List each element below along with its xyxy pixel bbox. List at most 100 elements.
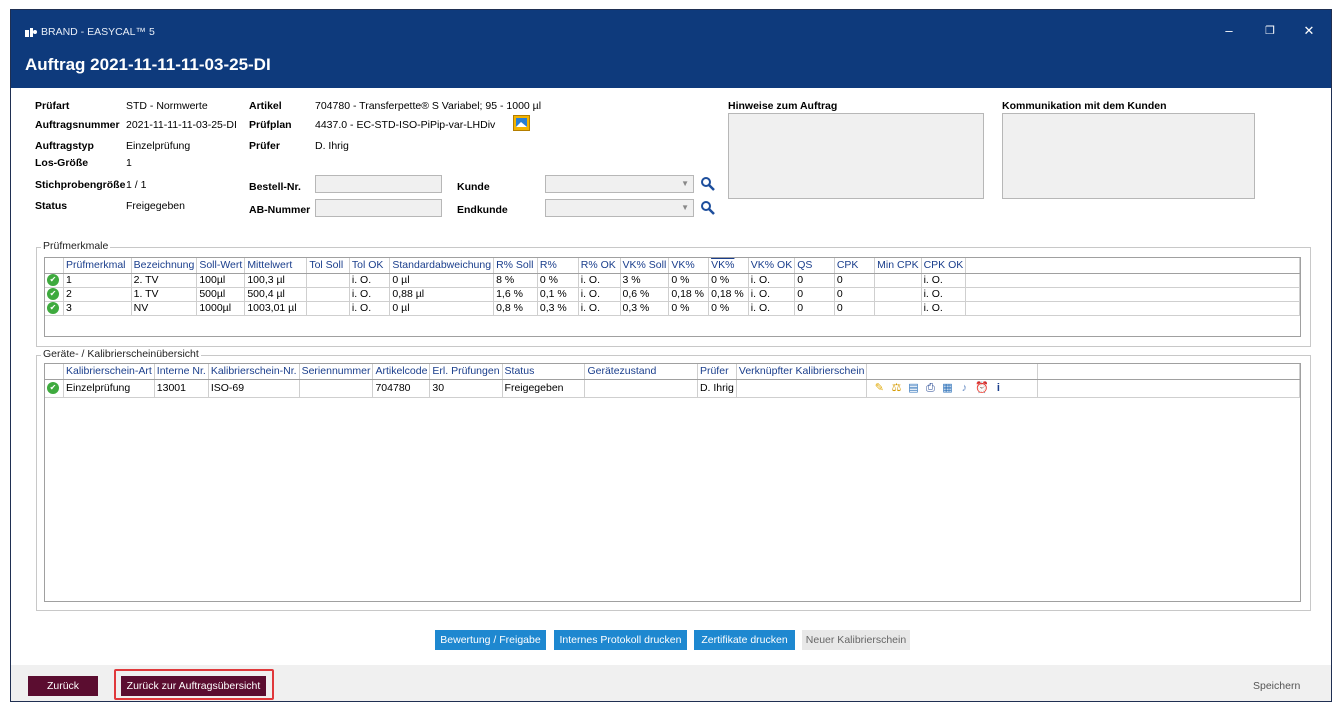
scale-icon[interactable]: ⚖ bbox=[890, 382, 902, 394]
table-row[interactable]: ✔ 1 2. TV 100µl 100,3 µl i. O. 0 µl 8 % … bbox=[45, 273, 1300, 288]
column-header[interactable]: R% Soll bbox=[493, 258, 538, 274]
column-header[interactable]: Artikelcode bbox=[372, 364, 431, 380]
artikel-value: 704780 - Transferpette® S Variabel; 95 -… bbox=[315, 100, 542, 112]
geraete-title: Geräte- / Kalibrierscheinübersicht bbox=[41, 348, 201, 360]
print-icon[interactable]: ⎙ bbox=[924, 382, 936, 394]
check-icon: ✔ bbox=[47, 288, 59, 300]
auftragsnummer-value: 2021-11-11-11-03-25-DI bbox=[126, 119, 237, 131]
minimize-button[interactable]: – bbox=[1214, 22, 1244, 40]
column-header-status bbox=[45, 364, 64, 380]
chevron-down-icon: ▼ bbox=[681, 203, 689, 212]
row-actions: ✎ ⚖ ▤ ⎙ ▦ ♪ ⏰ i bbox=[866, 379, 1039, 398]
back-to-overview-button[interactable]: Zurück zur Auftragsübersicht bbox=[121, 676, 266, 696]
title-bar: BRAND - EASYCAL™ 5 – ❐ ✕ Auftrag 2021-11… bbox=[11, 10, 1331, 88]
pruefer-value: D. Ihrig bbox=[315, 140, 349, 152]
edit-pencil-icon[interactable]: ✎ bbox=[873, 382, 885, 394]
column-header-filler bbox=[965, 258, 1300, 274]
alarm-clock-icon[interactable]: ⏰ bbox=[975, 382, 989, 394]
kunde-select[interactable]: ▼ bbox=[545, 175, 694, 193]
column-header[interactable]: Tol OK bbox=[349, 258, 391, 274]
column-header[interactable]: Bezeichnung bbox=[131, 258, 198, 274]
bestell-label: Bestell-Nr. bbox=[249, 181, 301, 193]
document-icon[interactable]: ▤ bbox=[907, 382, 919, 394]
app-window: BRAND - EASYCAL™ 5 – ❐ ✕ Auftrag 2021-11… bbox=[10, 9, 1332, 702]
internes-protokoll-button[interactable]: Internes Protokoll drucken bbox=[554, 630, 687, 650]
column-header[interactable]: Verknüpfter Kalibrierschein bbox=[736, 364, 868, 380]
column-header[interactable]: Interne Nr. bbox=[154, 364, 209, 380]
geraete-grid[interactable]: Kalibrierschein-Art Interne Nr. Kalibrie… bbox=[44, 363, 1301, 602]
info-icon[interactable]: i bbox=[992, 382, 1004, 394]
column-header[interactable]: Mittelwert bbox=[244, 258, 308, 274]
column-header[interactable]: VK% Soll bbox=[620, 258, 670, 274]
table-row[interactable]: ✔ 3 NV 1000µl 1003,01 µl i. O. 0 µl 0,8 … bbox=[45, 301, 1300, 316]
chevron-down-icon: ▼ bbox=[681, 179, 689, 188]
report-icon[interactable]: ▦ bbox=[941, 382, 953, 394]
close-button[interactable]: ✕ bbox=[1294, 22, 1324, 40]
check-icon: ✔ bbox=[47, 274, 59, 286]
column-header[interactable]: R% bbox=[537, 258, 579, 274]
geraete-header-row: Kalibrierschein-Art Interne Nr. Kalibrie… bbox=[45, 364, 1300, 380]
column-header-status bbox=[45, 258, 64, 274]
column-header[interactable]: CPK OK bbox=[921, 258, 967, 274]
column-header[interactable]: Prüfmerkmal bbox=[63, 258, 132, 274]
column-header[interactable]: Prüfer bbox=[697, 364, 737, 380]
column-header[interactable]: VK% bbox=[708, 258, 749, 274]
ab-label: AB-Nummer bbox=[249, 204, 311, 216]
auftragsnummer-label: Auftragsnummer bbox=[35, 119, 120, 131]
endkunde-select[interactable]: ▼ bbox=[545, 199, 694, 217]
auftragstyp-value: Einzelprüfung bbox=[126, 140, 191, 152]
back-button[interactable]: Zurück bbox=[28, 676, 98, 696]
column-header[interactable]: Standardabweichung bbox=[389, 258, 495, 274]
column-header[interactable]: R% OK bbox=[578, 258, 621, 274]
column-header[interactable]: Status bbox=[502, 364, 586, 380]
zertifikate-drucken-button[interactable]: Zertifikate drucken bbox=[694, 630, 795, 650]
ab-input[interactable] bbox=[315, 199, 442, 217]
losgroesse-label: Los-Größe bbox=[35, 157, 89, 169]
column-header[interactable]: Kalibrierschein-Nr. bbox=[208, 364, 300, 380]
pruefart-label: Prüfart bbox=[35, 100, 70, 112]
check-icon: ✔ bbox=[47, 302, 59, 314]
status-label: Status bbox=[35, 200, 68, 212]
neuer-kalibrierschein-button[interactable]: Neuer Kalibrierschein bbox=[802, 630, 910, 650]
losgroesse-value: 1 bbox=[126, 157, 132, 169]
kommunikation-textarea[interactable] bbox=[1002, 113, 1255, 199]
check-icon: ✔ bbox=[47, 382, 59, 395]
save-button[interactable]: Speichern bbox=[1253, 680, 1300, 692]
pruefplan-value: 4437.0 - EC-STD-ISO-PiPip-var-LHDiv bbox=[315, 119, 496, 131]
open-plan-icon[interactable] bbox=[513, 115, 530, 131]
pruefmerkmale-table: Prüfmerkmal Bezeichnung Soll-Wert Mittel… bbox=[45, 258, 1300, 316]
bestell-input[interactable] bbox=[315, 175, 442, 193]
column-header[interactable]: Erl. Prüfungen bbox=[429, 364, 503, 380]
hinweise-label: Hinweise zum Auftrag bbox=[728, 100, 838, 112]
app-logo-icon bbox=[25, 28, 37, 37]
column-header[interactable]: CPK bbox=[834, 258, 876, 274]
stichprobe-value: 1 / 1 bbox=[126, 179, 147, 191]
column-header-actions bbox=[866, 364, 1039, 380]
endkunde-label: Endkunde bbox=[457, 204, 508, 216]
pipette-icon[interactable]: ♪ bbox=[958, 382, 970, 394]
auftragstyp-label: Auftragstyp bbox=[35, 140, 94, 152]
column-header[interactable]: Tol Soll bbox=[306, 258, 350, 274]
restore-button[interactable]: ❐ bbox=[1255, 22, 1285, 40]
kunde-search-icon[interactable] bbox=[700, 176, 716, 192]
column-header[interactable]: Soll-Wert bbox=[196, 258, 246, 274]
column-header[interactable]: VK% OK bbox=[748, 258, 796, 274]
column-header[interactable]: QS bbox=[794, 258, 835, 274]
table-row[interactable]: ✔ 2 1. TV 500µl 500,4 µl i. O. 0,88 µl 1… bbox=[45, 287, 1300, 302]
column-header[interactable]: Kalibrierschein-Art bbox=[63, 364, 155, 380]
stichprobe-label: Stichprobengröße bbox=[35, 179, 126, 191]
pruefmerkmale-title: Prüfmerkmale bbox=[41, 240, 111, 252]
hinweise-textarea[interactable] bbox=[728, 113, 984, 199]
table-row[interactable]: ✔ Einzelprüfung 13001 ISO-69 704780 30 F… bbox=[45, 379, 1300, 398]
column-header[interactable]: Gerätezustand bbox=[584, 364, 698, 380]
column-header[interactable]: Seriennummer bbox=[299, 364, 374, 380]
column-header[interactable]: Min CPK bbox=[874, 258, 922, 274]
column-header[interactable]: VK% bbox=[668, 258, 710, 274]
endkunde-search-icon[interactable] bbox=[700, 200, 716, 216]
page-title: Auftrag 2021-11-11-11-03-25-DI bbox=[25, 55, 271, 74]
bewertung-freigabe-button[interactable]: Bewertung / Freigabe bbox=[435, 630, 546, 650]
pruefmerkmale-grid[interactable]: Prüfmerkmal Bezeichnung Soll-Wert Mittel… bbox=[44, 257, 1301, 337]
pruefart-value: STD - Normwerte bbox=[126, 100, 208, 112]
status-value: Freigegeben bbox=[126, 200, 185, 212]
app-title: BRAND - EASYCAL™ 5 bbox=[41, 26, 155, 38]
